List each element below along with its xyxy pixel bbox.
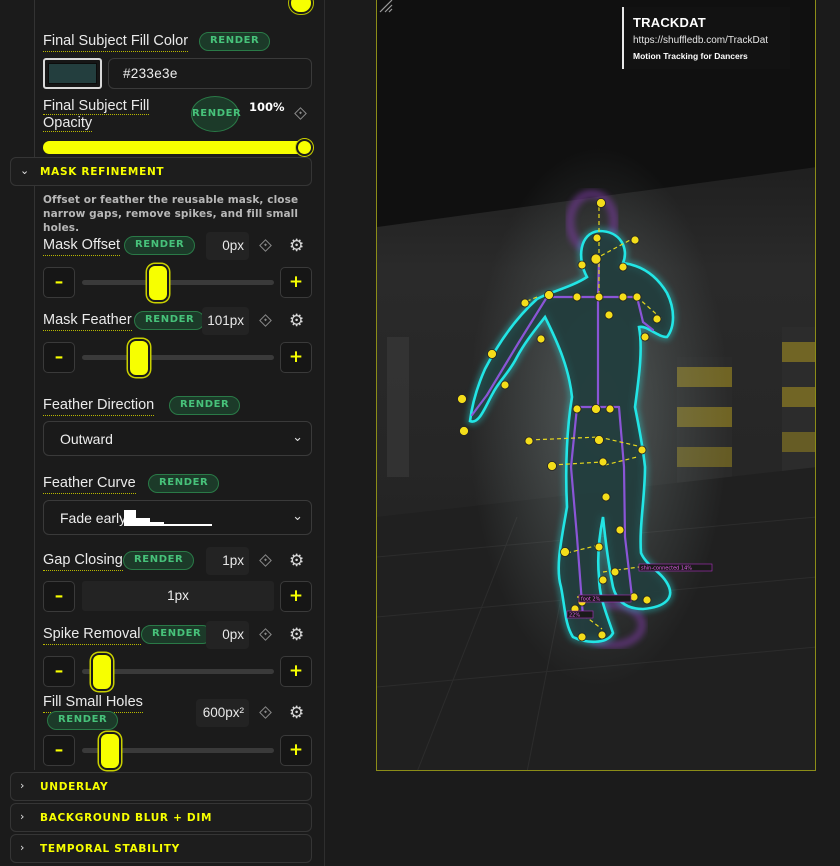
mask-offset-slider-track[interactable]	[82, 280, 274, 285]
mask-feather-decrement-button[interactable]: –	[43, 342, 75, 373]
feather-curve-selected: Fade early	[60, 510, 127, 526]
spike-removal-increment-button[interactable]: +	[280, 656, 312, 687]
mask-feather-label: Mask Feather	[43, 312, 132, 331]
section-title: BACKGROUND BLUR + DIM	[40, 812, 213, 824]
chevron-right-icon: ›	[20, 779, 25, 792]
fill-opacity-thumb[interactable]	[296, 139, 313, 156]
gap-closing-field-value: 1px	[167, 588, 189, 603]
fill-small-holes-increment-button[interactable]: +	[280, 735, 312, 766]
mask-offset-slider-thumb[interactable]	[146, 264, 169, 302]
render-badge: RENDER	[47, 711, 119, 730]
mask-offset-value[interactable]: 0px	[206, 232, 249, 260]
feather-direction-label: Feather Direction	[43, 397, 155, 416]
gear-icon[interactable]: ⚙	[289, 237, 304, 255]
fill-small-holes-decrement-button[interactable]: –	[43, 735, 75, 766]
chevron-right-icon: ›	[20, 841, 25, 854]
chevron-right-icon: ›	[20, 810, 25, 823]
gear-icon[interactable]: ⚙	[289, 312, 304, 330]
section-description: Offset or feather the reusable mask, clo…	[43, 194, 299, 234]
fill-color-swatch[interactable]	[43, 58, 102, 89]
gear-icon[interactable]: ⚙	[289, 626, 304, 644]
keyframe-diamond-icon[interactable]	[259, 628, 272, 641]
overlay-title: TRACKDAT	[633, 15, 706, 30]
gear-icon[interactable]: ⚙	[289, 704, 304, 722]
video-preview[interactable]: shin-connected 14% foot 2% 22% TRACKDAT …	[376, 0, 816, 771]
keyframe-diamond-icon[interactable]	[259, 314, 272, 327]
spike-removal-decrement-button[interactable]: –	[43, 656, 75, 687]
chevron-down-icon: ⌄	[20, 164, 30, 177]
gap-closing-value[interactable]: 1px	[206, 547, 249, 575]
spike-removal-slider-thumb[interactable]	[90, 653, 113, 691]
brand-overlay-card: TRACKDAT https://shuffledb.com/TrackDat …	[622, 7, 790, 69]
section-title: TEMPORAL STABILITY	[40, 843, 180, 855]
render-badge: RENDER	[191, 96, 241, 132]
render-badge: RENDER	[148, 474, 220, 493]
render-badge: RENDER	[169, 396, 241, 415]
fill-color-hex-input[interactable]: #233e3e	[108, 58, 312, 89]
feather-curve-select[interactable]: Fade early ⌄	[43, 500, 312, 535]
skeleton-tag: foot 2%	[581, 597, 601, 603]
mask-feather-value[interactable]: 101px	[202, 307, 249, 335]
mask-offset-decrement-button[interactable]: –	[43, 267, 75, 298]
gap-closing-decrement-button[interactable]: –	[43, 581, 75, 612]
skeleton-tag: 22%	[569, 613, 580, 619]
fill-opacity-label: Final Subject Fill Opacity	[43, 98, 150, 132]
gap-closing-label: Gap Closing	[43, 552, 123, 571]
mask-feather-increment-button[interactable]: +	[280, 342, 312, 373]
section-background-blur-dim[interactable]: › BACKGROUND BLUR + DIM	[10, 803, 312, 832]
fade-curve-icon	[124, 510, 212, 526]
hex-value: #233e3e	[123, 66, 178, 81]
keyframe-diamond-icon[interactable]	[294, 107, 307, 120]
render-badge: RENDER	[123, 551, 195, 570]
skeleton-tag: shin-connected 14%	[641, 566, 692, 572]
mask-feather-slider-thumb[interactable]	[127, 339, 150, 377]
fill-small-holes-slider-thumb[interactable]	[99, 732, 121, 770]
feather-direction-select[interactable]: Outward ⌄	[43, 421, 312, 456]
gear-icon[interactable]: ⚙	[289, 552, 304, 570]
fill-opacity-slider[interactable]	[43, 139, 313, 156]
preview-canvas: shin-connected 14% foot 2% 22%	[377, 0, 815, 770]
fill-opacity-value: 100%	[249, 100, 285, 114]
render-badge: RENDER	[134, 311, 206, 330]
spike-removal-value[interactable]: 0px	[206, 621, 249, 649]
render-badge: RENDER	[199, 32, 271, 51]
section-mask-refinement[interactable]: ⌄ MASK REFINEMENT	[10, 157, 312, 186]
panel-rail	[34, 0, 35, 770]
section-temporal-stability[interactable]: › TEMPORAL STABILITY	[10, 834, 312, 863]
overlay-url: https://shuffledb.com/TrackDat	[633, 35, 769, 46]
render-badge: RENDER	[141, 625, 213, 644]
mask-offset-label: Mask Offset	[43, 237, 121, 256]
fill-small-holes-value[interactable]: 600px²	[196, 699, 249, 727]
section-underlay[interactable]: › UNDERLAY	[10, 772, 312, 801]
gap-closing-increment-button[interactable]: +	[280, 581, 312, 612]
keyframe-diamond-icon[interactable]	[259, 706, 272, 719]
slider-thumb-previous[interactable]	[289, 0, 313, 14]
mask-offset-increment-button[interactable]: +	[280, 267, 312, 298]
feather-curve-label: Feather Curve	[43, 475, 136, 494]
overlay-tagline: Motion Tracking for Dancers	[633, 51, 748, 61]
section-title: MASK REFINEMENT	[40, 166, 165, 178]
settings-panel: Final Subject Fill Color RENDER #233e3e …	[0, 0, 325, 866]
mask-feather-slider-track[interactable]	[82, 355, 274, 360]
keyframe-diamond-icon[interactable]	[259, 239, 272, 252]
section-title: UNDERLAY	[40, 781, 109, 793]
chevron-down-icon: ⌄	[292, 509, 303, 524]
feather-direction-selected: Outward	[60, 431, 113, 447]
chevron-down-icon: ⌄	[292, 430, 303, 445]
gap-closing-number-field[interactable]: 1px	[82, 581, 274, 611]
fill-color-label: Final Subject Fill Color	[43, 33, 189, 52]
render-badge: RENDER	[124, 236, 196, 255]
resize-grip-icon[interactable]	[377, 0, 393, 13]
spike-removal-label: Spike Removal	[43, 626, 141, 645]
keyframe-diamond-icon[interactable]	[259, 554, 272, 567]
